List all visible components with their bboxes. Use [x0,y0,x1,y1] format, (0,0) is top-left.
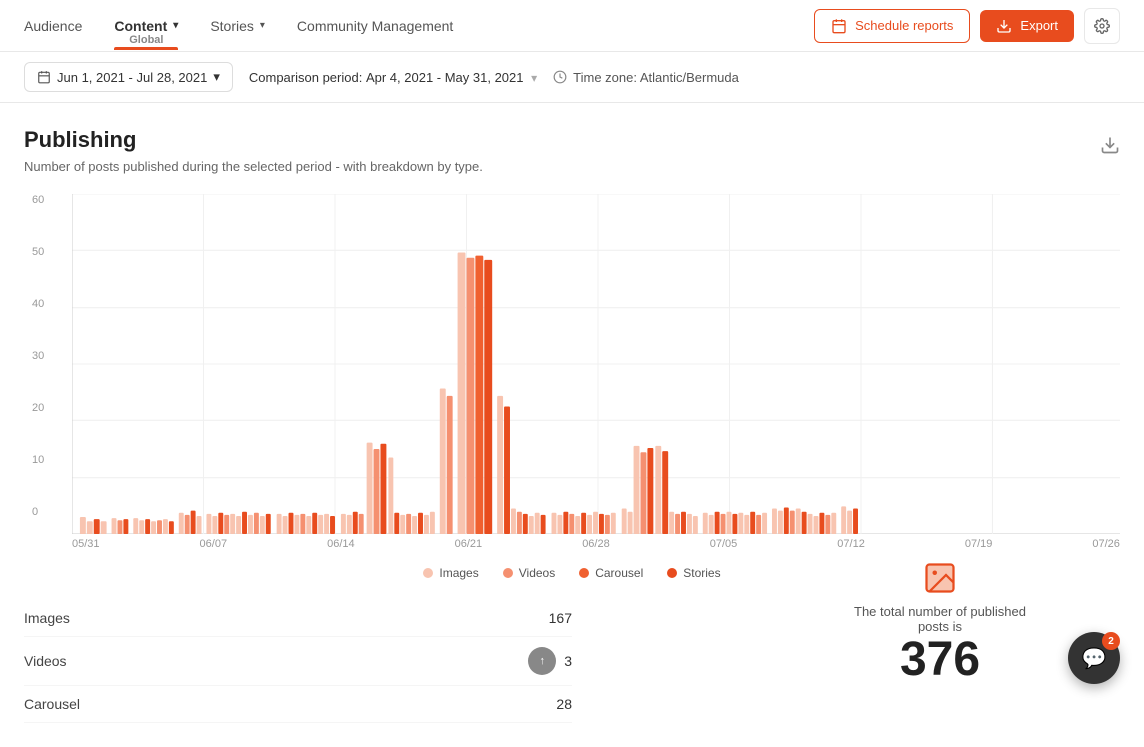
stats-videos-value: 3 [564,653,572,669]
clock-icon [553,70,567,84]
legend-carousel: Carousel [579,566,643,580]
export-button[interactable]: Export [980,10,1074,42]
chat-bubble[interactable]: 💬 2 [1068,632,1120,684]
image-icon [922,560,958,596]
total-number: 376 [840,634,1040,687]
nav-left: Audience Content ▾ Global Stories ▾ Comm… [24,2,453,50]
stats-images-label: Images [24,610,70,626]
stats-images-value: 167 [549,610,572,626]
y-axis: 60 50 40 30 20 10 0 [32,194,44,518]
schedule-reports-button[interactable]: Schedule reports [814,9,970,43]
gear-icon [1094,18,1110,34]
export-label: Export [1020,18,1058,33]
section-description: Number of posts published during the sel… [24,159,483,174]
content-chevron-icon: ▾ [173,20,178,31]
main-content: Publishing Number of posts published dur… [0,103,1144,747]
nav-content-subtitle: Global [129,34,163,46]
legend-images-dot [423,568,433,578]
x-label-0531: 05/31 [72,538,100,550]
nav-item-audience[interactable]: Audience [24,2,82,50]
date-range-value: Jun 1, 2021 - Jul 28, 2021 [57,70,207,85]
legend-videos-dot [503,568,513,578]
stats-row-videos: Videos ↑ 3 [24,637,572,686]
x-label-0719: 07/19 [965,538,993,550]
chat-badge: 2 [1102,632,1120,650]
nav-right: Schedule reports Export [814,8,1120,44]
date-chevron-icon: ▾ [213,69,220,85]
x-label-0705: 07/05 [710,538,738,550]
y-label-10: 10 [32,454,44,466]
comparison-value: Apr 4, 2021 - May 31, 2021 [366,70,524,85]
download-icon[interactable] [1100,135,1120,161]
timezone-value: Time zone: Atlantic/Bermuda [573,70,739,85]
x-label-0614: 06/14 [327,538,355,550]
y-label-40: 40 [32,298,44,310]
export-icon [996,18,1012,34]
stats-videos-label: Videos [24,653,67,669]
legend-carousel-dot [579,568,589,578]
top-navigation: Audience Content ▾ Global Stories ▾ Comm… [0,0,1144,52]
chart-wrapper: 60 50 40 30 20 10 0 [72,194,1120,550]
total-text: The total number of published posts is [840,604,1040,634]
x-axis: 05/31 06/07 06/14 06/21 06/28 07/05 07/1… [72,534,1120,550]
nav-item-community[interactable]: Community Management [297,2,453,50]
legend-videos-label: Videos [519,566,555,580]
x-label-0628: 06/28 [582,538,610,550]
x-label-0621: 06/21 [455,538,483,550]
page-title: Publishing [24,127,483,153]
legend-videos: Videos [503,566,555,580]
total-box: The total number of published posts is 3… [840,560,1040,687]
nav-item-content[interactable]: Content ▾ Global [114,2,178,50]
stats-carousel-label: Carousel [24,696,80,712]
schedule-label: Schedule reports [855,18,953,33]
scroll-indicator: ↑ [528,647,556,675]
legend-stories-label: Stories [683,566,720,580]
calendar-icon [37,70,51,84]
stories-chevron-icon: ▾ [260,20,265,31]
comparison-chevron-icon[interactable]: ▾ [531,71,537,85]
legend-images: Images [423,566,478,580]
nav-label-stories: Stories [210,18,254,34]
y-label-20: 20 [32,402,44,414]
y-label-60: 60 [32,194,44,206]
stats-videos-value-wrap: ↑ 3 [528,647,572,675]
comparison-period: Comparison period: Apr 4, 2021 - May 31,… [249,70,537,85]
legend-images-label: Images [439,566,478,580]
stats-table: Images 167 Videos ↑ 3 Carousel 28 [24,600,572,723]
x-label-0726: 07/26 [1092,538,1120,550]
y-label-50: 50 [32,246,44,258]
legend-stories-dot [667,568,677,578]
nav-label-content: Content [114,18,167,34]
stats-row-images: Images 167 [24,600,572,637]
bar-chart [72,194,1120,534]
comparison-label: Comparison period: [249,70,362,85]
stats-row-carousel: Carousel 28 [24,686,572,723]
date-range-filter[interactable]: Jun 1, 2021 - Jul 28, 2021 ▾ [24,62,233,92]
total-icon-wrap [840,560,1040,596]
timezone-filter: Time zone: Atlantic/Bermuda [553,70,739,85]
y-label-0: 0 [32,506,44,518]
chat-icon: 💬 [1082,646,1107,671]
nav-label-community: Community Management [297,18,453,34]
stats-section: Images 167 Videos ↑ 3 Carousel 28 [24,600,1120,723]
x-label-0712: 07/12 [837,538,865,550]
legend-carousel-label: Carousel [595,566,643,580]
schedule-icon [831,18,847,34]
stats-carousel-value: 28 [556,696,572,712]
filters-bar: Jun 1, 2021 - Jul 28, 2021 ▾ Comparison … [0,52,1144,103]
x-label-0607: 06/07 [200,538,228,550]
legend-stories: Stories [667,566,720,580]
settings-button[interactable] [1084,8,1120,44]
nav-item-stories[interactable]: Stories ▾ [210,2,265,50]
nav-label-audience: Audience [24,18,82,34]
y-label-30: 30 [32,350,44,362]
